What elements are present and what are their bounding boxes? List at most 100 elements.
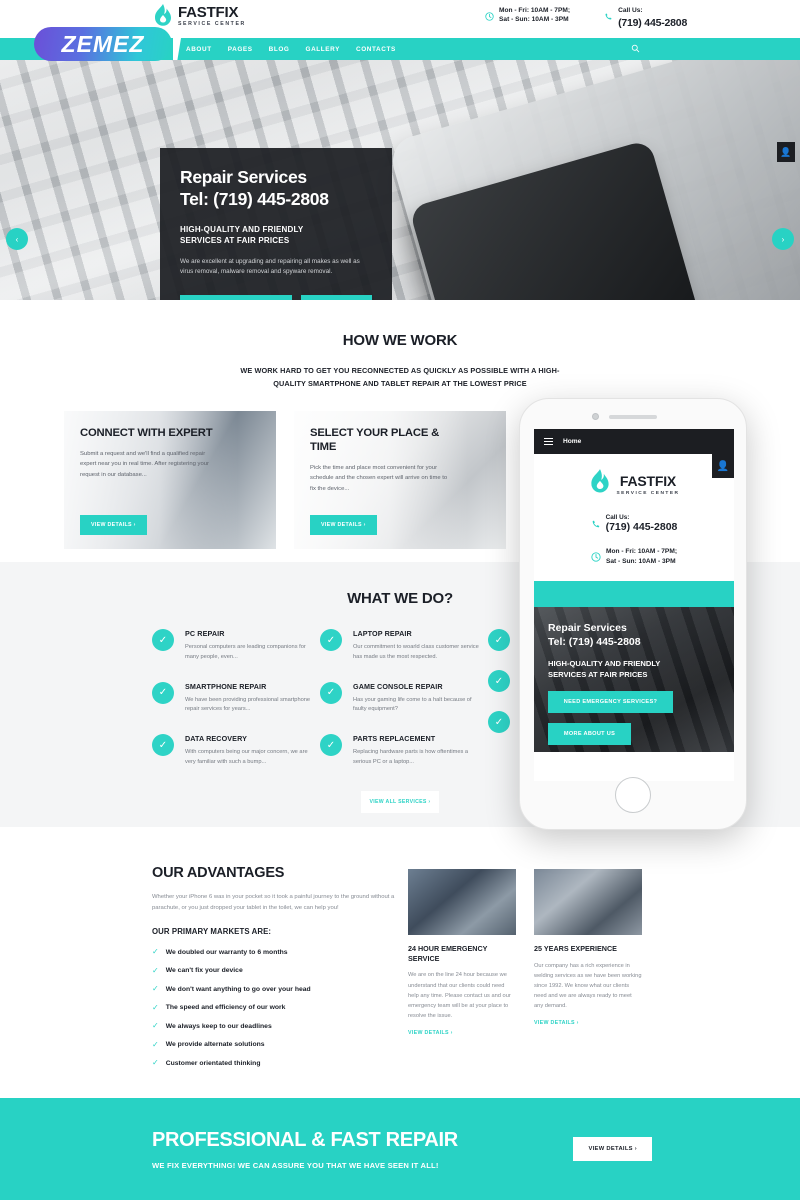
advantage-card-emergency[interactable]: 24 HOUR EMERGENCY SERVICE We are on the … [408, 869, 516, 1078]
service-item-data-recovery[interactable]: ✓ DATA RECOVERY With computers being our… [152, 734, 312, 768]
nav-item-blog[interactable]: BLOG [269, 46, 290, 53]
nav-item-pages[interactable]: PAGES [228, 46, 253, 53]
advantage-card-experience[interactable]: 25 YEARS EXPERIENCE Our company has a ri… [534, 869, 642, 1078]
service-text: Replacing hardware parts is how oftentim… [353, 749, 469, 765]
service-title: LAPTOP REPAIR [353, 629, 412, 638]
service-item-pc-repair[interactable]: ✓ PC REPAIR Personal computers are leadi… [152, 629, 312, 663]
phone-nav-home-label[interactable]: Home [563, 438, 581, 445]
phone-logo[interactable]: FASTFIX SERVICE CENTER [534, 468, 734, 501]
check-icon: ✓ [320, 734, 342, 757]
hamburger-menu-icon[interactable] [544, 437, 553, 446]
account-user-icon[interactable]: 👤 [777, 142, 795, 162]
card-body: SELECT YOUR PLACE & TIME Pick the time a… [310, 426, 450, 495]
advantage-item: ✓ The speed and efficiency of our work [152, 1002, 400, 1012]
services-column-middle: ✓ LAPTOP REPAIR Our commitment to woarld… [320, 629, 480, 787]
card-view-details-link[interactable]: VIEW DETAILS › [408, 1030, 516, 1036]
nav-item-contacts[interactable]: CONTACTS [356, 46, 396, 53]
slider-prev-arrow-icon[interactable]: ‹ [6, 228, 28, 250]
clock-icon [485, 8, 494, 26]
service-text: We have been providing professional smar… [185, 696, 311, 713]
advantages-cards: 24 HOUR EMERGENCY SERVICE We are on the … [408, 865, 642, 1078]
cta-view-details-button[interactable]: VIEW DETAILS › [573, 1137, 652, 1161]
phone-number[interactable]: (719) 445-2808 [606, 521, 678, 533]
how-card-select-place-time[interactable]: SELECT YOUR PLACE & TIME Pick the time a… [294, 410, 506, 549]
check-icon: ✓ [152, 681, 174, 704]
primary-markets-title: OUR PRIMARY MARKETS ARE: [152, 927, 272, 937]
check-icon: ✓ [152, 1002, 159, 1012]
zemez-watermark-badge[interactable]: ZEMEZ [34, 27, 172, 61]
header-phone-number[interactable]: (719) 445-2808 [618, 16, 687, 30]
service-text-block: SMARTPHONE REPAIR We have been providing… [185, 682, 312, 716]
how-we-work-subtitle: WE WORK HARD TO GET YOU RECONNECTED AS Q… [240, 366, 560, 388]
nav-item-list: ABOUT PAGES BLOG GALLERY CONTACTS [186, 46, 396, 53]
header-contacts: Mon - Fri: 10AM - 7PM; Sat - Sun: 10AM -… [485, 7, 687, 30]
call-label: Call Us: [618, 7, 643, 14]
call-text: Call Us: (719) 445-2808 [618, 7, 687, 30]
phone-emergency-button[interactable]: NEED EMERGENCY SERVICES? [548, 690, 673, 713]
service-text: Personal computers are leading companion… [185, 644, 306, 660]
phone-hero-sub1: HIGH-QUALITY AND FRIENDLY [548, 659, 661, 669]
advantages-intro: Whether your iPhone 6 was in your pocket… [152, 894, 395, 911]
advantages-title: OUR ADVANTAGES [152, 865, 285, 881]
phone-logo-tagline: SERVICE CENTER [616, 491, 680, 496]
phone-call-label: Call Us: [605, 514, 630, 521]
advantage-label: We doubled our warranty to 6 months [165, 948, 288, 956]
phone-camera-icon [592, 413, 599, 420]
card-view-details-link[interactable]: VIEW DETAILS › [534, 1020, 642, 1026]
page-root: FASTFIX SERVICE CENTER Mon - Fri: 10AM -… [0, 0, 800, 1200]
phone-call-block[interactable]: Call Us: (719) 445-2808 [534, 514, 734, 534]
phone-mockup: Home 👤 FASTFIX SERVICE CENTER Call Us: (… [519, 398, 747, 830]
service-item-laptop-repair[interactable]: ✓ LAPTOP REPAIR Our commitment to woarld… [320, 629, 480, 663]
hours-text: Mon - Fri: 10AM - 7PM; Sat - Sun: 10AM -… [499, 7, 570, 25]
phone-account-user-icon[interactable]: 👤 [712, 454, 734, 478]
services-column-left: ✓ PC REPAIR Personal computers are leadi… [152, 629, 312, 787]
phone-icon [604, 8, 613, 26]
nav-item-about[interactable]: ABOUT [186, 46, 212, 53]
view-all-services-button[interactable]: VIEW ALL SERVICES › [361, 790, 439, 813]
advantage-label: We can't fix your device [165, 967, 243, 975]
advantage-item: ✓ We provide alternate solutions [152, 1039, 400, 1049]
search-icon[interactable] [631, 44, 640, 55]
advantages-layout: OUR ADVANTAGES Whether your iPhone 6 was… [152, 865, 648, 1078]
service-title: SMARTPHONE REPAIR [185, 681, 267, 691]
card-title: 25 YEARS EXPERIENCE [534, 944, 617, 953]
check-icon: ✓ [152, 1039, 159, 1049]
check-icon: ✓ [152, 965, 159, 975]
service-text: With computers being our major concern, … [185, 749, 308, 765]
check-icon: ✓ [152, 629, 174, 651]
cta-text-block: PROFESSIONAL & FAST REPAIR WE FIX EVERYT… [0, 1129, 573, 1170]
flame-icon [588, 468, 612, 501]
service-item-smartphone-repair[interactable]: ✓ SMARTPHONE REPAIR We have been providi… [152, 681, 312, 716]
service-text: Has your gaming life come to a halt beca… [353, 696, 472, 713]
logo-name: FASTFIX [178, 3, 239, 21]
phone-hours-block: Mon - Fri: 10AM - 7PM; Sat - Sun: 10AM -… [534, 547, 734, 567]
advantage-label: We always keep to our deadlines [165, 1022, 272, 1030]
phone-hero-sub2: SERVICES AT FAIR PRICES [548, 669, 648, 679]
cta-banner: PROFESSIONAL & FAST REPAIR WE FIX EVERYT… [0, 1098, 800, 1200]
site-logo[interactable]: FASTFIX SERVICE CENTER [152, 3, 246, 29]
prev-chevron: ‹ [15, 234, 19, 244]
advantage-item: ✓ We can't fix your device [152, 965, 400, 975]
phone-logo-name: FASTFIX [619, 473, 677, 489]
phone-about-button[interactable]: MORE ABOUT US [548, 722, 631, 745]
working-hours-block: Mon - Fri: 10AM - 7PM; Sat - Sun: 10AM -… [485, 7, 570, 30]
advantage-item: ✓ We don't want anything to go over your … [152, 985, 400, 993]
nav-item-gallery[interactable]: GALLERY [306, 46, 341, 53]
call-us-block[interactable]: Call Us: (719) 445-2808 [604, 7, 687, 30]
slider-next-arrow-icon[interactable]: › [772, 228, 794, 250]
nav-notch-decoration [173, 38, 181, 60]
how-card-connect-with-expert[interactable]: CONNECT WITH EXPERT Submit a request and… [64, 410, 276, 549]
card-view-details-button[interactable]: VIEW DETAILS › [310, 514, 377, 535]
card-image [534, 869, 642, 935]
advantages-section: OUR ADVANTAGES Whether your iPhone 6 was… [0, 827, 800, 1072]
service-item-game-console-repair[interactable]: ✓ GAME CONSOLE REPAIR Has your gaming li… [320, 681, 480, 716]
phone-speaker [609, 415, 657, 419]
phone-accent-band [534, 581, 734, 607]
phone-home-button[interactable] [615, 777, 651, 813]
check-icon: ✓ [152, 734, 174, 757]
card-view-details-button[interactable]: VIEW DETAILS › [80, 514, 147, 535]
check-icon: ✓ [488, 629, 510, 651]
service-item-parts-replacement[interactable]: ✓ PARTS REPLACEMENT Replacing hardware p… [320, 734, 480, 768]
service-text-block: GAME CONSOLE REPAIR Has your gaming life… [353, 682, 480, 716]
hero-subtitle-line2: SERVICES AT FAIR PRICES [180, 236, 290, 246]
